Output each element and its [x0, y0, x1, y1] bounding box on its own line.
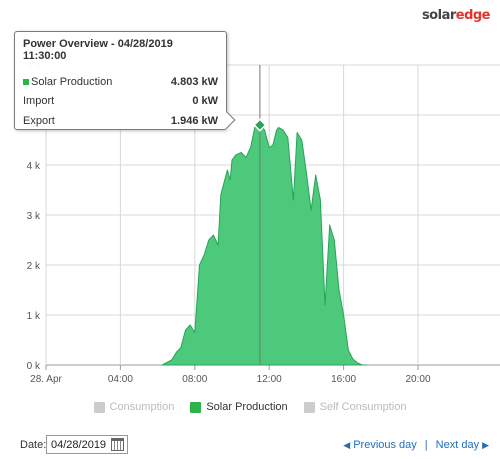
x-tick-label: 08:00 [182, 374, 207, 385]
legend-swatch-solar-production [190, 401, 202, 413]
solar-swatch-icon [23, 78, 29, 85]
y-tick-label: 0 k [27, 361, 41, 372]
legend-label-consumption: Consumption [109, 401, 175, 413]
legend-label-solar-production: Solar Production [206, 401, 288, 413]
tooltip-row-export: Export 1.946 kW [23, 111, 218, 131]
y-tick-label: 4 k [27, 161, 41, 172]
x-tick-label: 04:00 [108, 374, 133, 385]
previous-day-link[interactable]: Previous day [353, 439, 417, 451]
y-tick-label: 1 k [27, 311, 41, 322]
tooltip-value-export: 1.946 kW [170, 114, 218, 127]
legend-item-consumption[interactable]: Consumption [93, 401, 175, 413]
legend-swatch-self-consumption [303, 401, 315, 413]
tooltip-row-import: Import 0 kW [23, 92, 218, 112]
next-day-link[interactable]: Next day [436, 439, 479, 451]
solar-production-area [161, 124, 368, 366]
legend-item-self-consumption[interactable]: Self Consumption [303, 401, 407, 413]
x-tick-label: 16:00 [331, 374, 356, 385]
tooltip-label-import: Import [23, 95, 55, 108]
legend-label-self-consumption: Self Consumption [319, 401, 407, 413]
x-tick-label: 20:00 [405, 374, 430, 385]
chevron-right-icon[interactable]: ▶ [482, 440, 489, 451]
date-label: Date: [20, 439, 47, 451]
tooltip-value-solar: 4.803 kW [170, 75, 218, 88]
tooltip-value-import: 0 kW [192, 95, 218, 108]
y-tick-label: 3 k [27, 211, 41, 222]
tooltip-title: Power Overview - 04/28/2019 11:30:00 [23, 38, 173, 62]
tooltip-row-solar: Solar Production 4.803 kW [23, 72, 218, 92]
chart-legend: Consumption Solar Production Self Consum… [0, 401, 500, 413]
legend-item-solar-production[interactable]: Solar Production [190, 401, 288, 413]
chevron-left-icon[interactable]: ◀ [343, 440, 350, 451]
day-navigation: ◀ Previous day | Next day ▶ [340, 439, 492, 451]
x-tick-label: 12:00 [257, 374, 282, 385]
power-overview-tooltip: Power Overview - 04/28/2019 11:30:00 Sol… [14, 31, 236, 131]
date-input-value[interactable]: 04/28/2019 [47, 439, 111, 451]
x-tick-label: 28. Apr [30, 374, 62, 385]
tooltip-label-export: Export [23, 114, 55, 127]
legend-swatch-consumption [93, 401, 105, 413]
chart-series [161, 124, 368, 366]
x-axis: 28. Apr 04:00 08:00 12:00 16:00 20:00 [30, 374, 431, 385]
date-input[interactable]: 04/28/2019 [46, 435, 128, 454]
nav-separator: | [424, 439, 428, 451]
chart-footer: Date: 04/28/2019 ◀ Previous day | Next d… [0, 435, 500, 455]
tooltip-label-solar: Solar Production [31, 75, 113, 88]
y-tick-label: 2 k [27, 261, 41, 272]
calendar-icon[interactable] [111, 438, 124, 451]
